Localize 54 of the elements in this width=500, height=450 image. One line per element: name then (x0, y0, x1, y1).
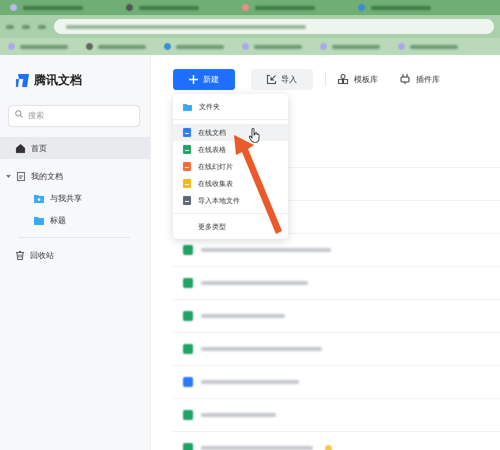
tab-favicon[interactable] (10, 4, 17, 11)
shared-folder-icon (34, 194, 44, 202)
blurred-tab-title[interactable] (371, 6, 431, 10)
home-icon (16, 144, 25, 152)
slide-file-icon (183, 162, 191, 171)
blurred-bookmark-title[interactable] (98, 44, 146, 48)
file-icon (183, 311, 193, 321)
caret-icon[interactable] (6, 174, 11, 178)
app-name: 腾讯文档 (34, 72, 82, 88)
doc-file-icon (183, 128, 191, 137)
sheet-file-icon (183, 145, 191, 154)
import-file-icon (183, 196, 191, 205)
folder-icon (183, 102, 192, 110)
blurred-bookmark-title[interactable] (176, 44, 224, 48)
file-icon (183, 377, 193, 387)
tab-favicon[interactable] (126, 4, 133, 11)
trash-item[interactable]: 回收站 (0, 244, 150, 266)
sidebar-item[interactable]: 首页 (0, 137, 150, 159)
toolbar-link[interactable]: 插件库 (400, 74, 440, 84)
file-icon (183, 443, 193, 450)
blurred-tab-title[interactable] (139, 6, 199, 10)
plug-icon (400, 74, 410, 84)
blurred-bookmark-title[interactable] (254, 44, 302, 48)
new-button[interactable]: 新建 (173, 68, 235, 90)
file-icon (183, 245, 193, 255)
search-field[interactable]: 搜索 (8, 104, 140, 126)
search-icon (15, 110, 23, 118)
sidebar-item[interactable]: 我的文档 (0, 165, 150, 187)
document-icon (17, 172, 25, 180)
trash-icon (16, 250, 24, 260)
tab-favicon[interactable] (242, 4, 249, 11)
import-icon (267, 74, 276, 84)
bookmark-favicon[interactable] (86, 43, 93, 50)
bookmark-favicon[interactable] (164, 43, 171, 50)
tab-favicon[interactable] (358, 4, 365, 11)
file-icon (183, 278, 193, 288)
plus-icon (189, 74, 198, 84)
blurred-tab-title[interactable] (23, 6, 83, 10)
hand-cursor-icon (249, 128, 261, 143)
sidebar-item[interactable]: 与我共享 (0, 187, 150, 209)
shapes-icon (338, 74, 348, 84)
blurred-bookmark-title[interactable] (332, 44, 380, 48)
logo-icon (16, 74, 29, 86)
blurred-bookmark-title[interactable] (410, 44, 458, 48)
blurred-bookmark-title[interactable] (20, 44, 68, 48)
form-file-icon (183, 179, 191, 188)
file-icon (183, 410, 193, 420)
toolbar-link[interactable]: 模板库 (338, 74, 378, 84)
file-icon (183, 344, 193, 354)
import-button[interactable]: 导入 (251, 68, 313, 90)
address-bar[interactable] (54, 19, 494, 34)
blurred-tab-title[interactable] (255, 6, 315, 10)
sidebar-item[interactable]: 标题 (0, 209, 150, 231)
folder-icon (34, 216, 44, 224)
